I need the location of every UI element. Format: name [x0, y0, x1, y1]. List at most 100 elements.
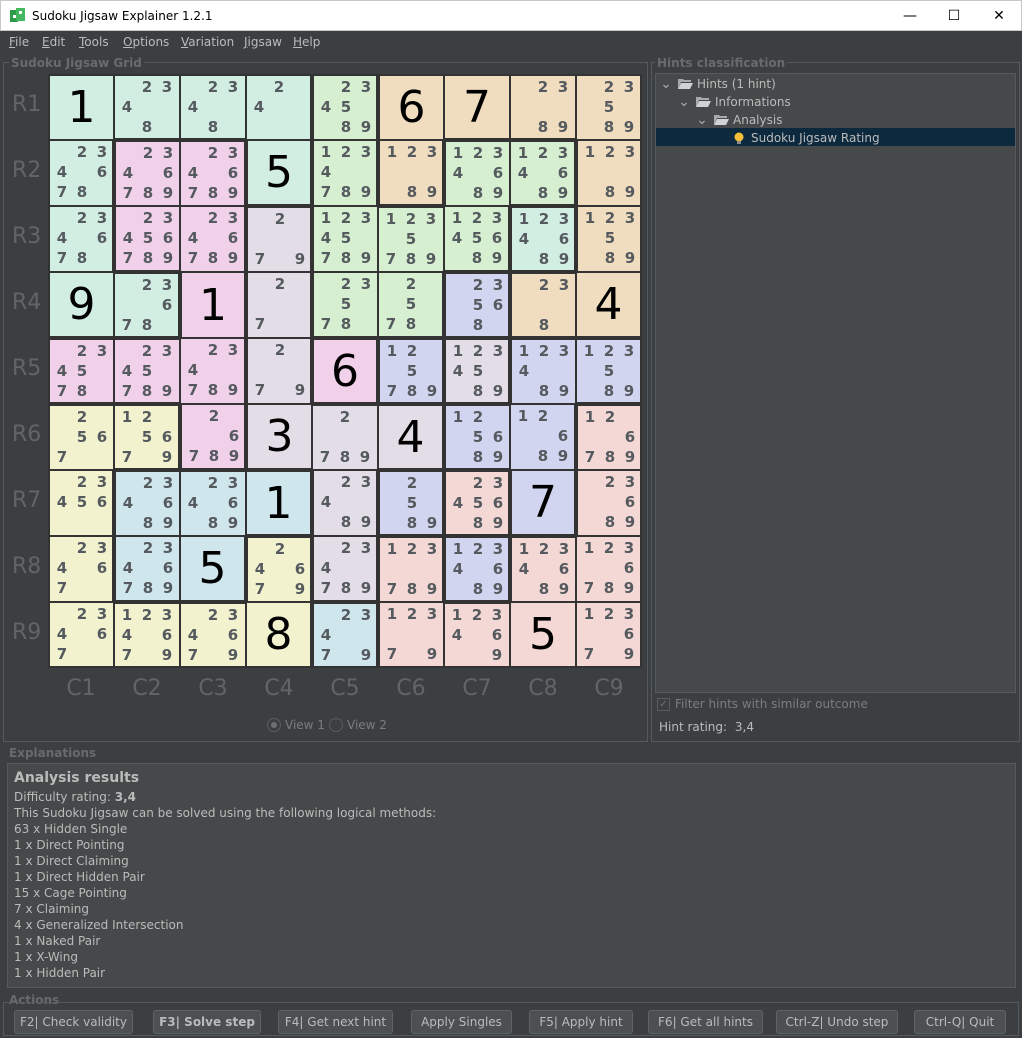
grid-cell[interactable]: 27: [248, 273, 310, 337]
grid-cell[interactable]: 4: [379, 406, 442, 468]
grid-cell[interactable]: 23 45789: [115, 340, 179, 402]
menu-help[interactable]: Help: [293, 35, 320, 49]
grid-cell[interactable]: 123 489: [512, 340, 575, 403]
grid-cell[interactable]: 2 56 7: [50, 406, 113, 469]
grid-cell[interactable]: 23 6 78: [115, 274, 178, 336]
close-button[interactable]: ✕: [976, 1, 1022, 31]
grid-cell[interactable]: 23 4 6 78: [50, 141, 112, 205]
grid-cell[interactable]: 126 789: [578, 406, 640, 469]
grid-cell[interactable]: 123 45689: [445, 207, 508, 270]
grid-cell[interactable]: 123 45 89: [446, 340, 508, 402]
grid-cell[interactable]: 23 89: [511, 76, 575, 138]
apply-hint-button[interactable]: F5| Apply hint: [529, 1010, 633, 1034]
grid-cell[interactable]: 23 48: [181, 76, 245, 138]
grid-cell[interactable]: 23568: [446, 274, 508, 336]
grid-cell[interactable]: 235 89: [577, 76, 640, 139]
grid-cell[interactable]: 1: [182, 273, 244, 337]
grid-cell[interactable]: 23 4 7 9: [314, 604, 376, 666]
grid-cell[interactable]: 2 7 9: [248, 339, 310, 403]
grid-cell[interactable]: 6: [314, 340, 376, 402]
grid-cell[interactable]: 23 456: [50, 471, 112, 535]
grid-cell[interactable]: 5: [248, 141, 310, 204]
tree-node[interactable]: ⌄ Informations: [678, 93, 791, 111]
menu-edit[interactable]: Edit: [42, 35, 65, 49]
chevron-down-icon[interactable]: ⌄: [660, 77, 672, 91]
chevron-down-icon[interactable]: ⌄: [696, 113, 708, 127]
filter-checkbox[interactable]: ✓ Filter hints with similar outcome: [657, 697, 868, 711]
grid-cell[interactable]: 123 4 689: [446, 538, 508, 600]
grid-cell[interactable]: 2 789: [313, 406, 377, 469]
grid-cell[interactable]: 23 8: [512, 274, 575, 336]
grid-cell[interactable]: 12 5789: [380, 340, 442, 402]
tree-node[interactable]: ⌄ Hints (1 hint): [660, 75, 776, 93]
grid-cell[interactable]: 1: [247, 472, 310, 534]
grid-cell[interactable]: 123 89: [578, 141, 640, 205]
grid-cell[interactable]: 123 45789: [314, 207, 377, 271]
grid-cell[interactable]: 123 4 789: [314, 141, 376, 205]
tree-node[interactable]: ⌄ Analysis: [696, 111, 782, 129]
grid-cell[interactable]: 123 4 689: [512, 538, 575, 601]
get-next-hint-button[interactable]: F4| Get next hint: [278, 1010, 393, 1034]
menu-jigsaw[interactable]: Jigsaw: [244, 35, 282, 49]
undo-step-button[interactable]: Ctrl-Z| Undo step: [776, 1010, 898, 1034]
grid-cell[interactable]: 123 6 7 9: [577, 603, 640, 666]
view2-radio[interactable]: View 2: [329, 718, 387, 732]
grid-cell[interactable]: 123 4 689: [512, 208, 574, 270]
grid-cell[interactable]: 23 456 789: [116, 207, 179, 270]
check-validity-button[interactable]: F2| Check validity: [14, 1010, 133, 1034]
chevron-down-icon[interactable]: ⌄: [678, 95, 690, 109]
grid-cell[interactable]: 23 4 6 7 9: [181, 604, 245, 666]
get-all-hints-button[interactable]: F6| Get all hints: [648, 1010, 763, 1034]
grid-cell[interactable]: 24 6 9 7: [248, 538, 310, 601]
quit-button[interactable]: Ctrl-Q| Quit: [914, 1010, 1006, 1034]
grid-cell[interactable]: 123 6 789: [577, 537, 640, 601]
grid-cell[interactable]: 23 489: [314, 471, 376, 535]
grid-cell[interactable]: 23 4 6 789: [181, 207, 244, 271]
menu-tools[interactable]: Tools: [79, 35, 109, 49]
grid-cell[interactable]: 12 56 7 9: [115, 406, 178, 468]
grid-cell[interactable]: 7: [445, 76, 509, 138]
view1-radio[interactable]: View 1: [267, 718, 325, 732]
grid-cell[interactable]: 26 789: [182, 405, 244, 468]
grid-cell[interactable]: 2 7 9: [248, 208, 310, 271]
grid-cell[interactable]: 1235789: [379, 208, 443, 271]
grid-cell[interactable]: 23 48: [115, 76, 179, 138]
grid-cell[interactable]: 23 4 789: [314, 537, 376, 600]
grid-cell[interactable]: 24: [247, 76, 310, 139]
grid-cell[interactable]: 23 45689: [446, 472, 508, 534]
hints-tree[interactable]: [655, 73, 1016, 693]
grid-cell[interactable]: 5: [181, 537, 244, 600]
grid-cell[interactable]: 1235 89: [577, 340, 640, 402]
grid-cell[interactable]: 123 4 6 9: [445, 604, 509, 666]
grid-cell[interactable]: 23 4 6 789: [181, 142, 244, 205]
grid-cell[interactable]: 23578: [314, 273, 377, 336]
grid-cell[interactable]: 23 4 6 7: [50, 603, 113, 666]
menu-options[interactable]: Options: [123, 35, 169, 49]
grid-cell[interactable]: 123 4 689: [511, 142, 574, 204]
grid-cell[interactable]: 23 4 689: [181, 472, 245, 535]
grid-cell[interactable]: 2 5 89: [380, 472, 442, 534]
grid-cell[interactable]: 123 4 689: [446, 142, 509, 205]
grid-cell[interactable]: 23 45 89: [314, 76, 376, 139]
grid-cell[interactable]: 23 4 789: [181, 339, 244, 403]
menu-file[interactable]: File: [9, 35, 29, 49]
grid-cell[interactable]: 6: [380, 76, 443, 139]
grid-cell[interactable]: 2 578: [379, 273, 442, 336]
solve-step-button[interactable]: F3| Solve step: [153, 1010, 261, 1034]
grid-cell[interactable]: 23 4 689: [116, 472, 179, 535]
minimize-button[interactable]: —: [887, 1, 933, 31]
grid-cell[interactable]: 23 4 6 789: [116, 142, 179, 205]
grid-cell[interactable]: 12689: [511, 405, 574, 469]
grid-cell[interactable]: 23 4 6 7: [50, 537, 112, 601]
grid-cell[interactable]: 23 4 6 789: [116, 537, 179, 600]
grid-cell[interactable]: 123 4 6 7 9: [115, 604, 179, 666]
grid-cell[interactable]: 123 789: [380, 538, 442, 601]
grid-cell[interactable]: 9: [50, 273, 113, 336]
grid-cell[interactable]: 1: [50, 76, 113, 139]
grid-cell[interactable]: 1235 89: [578, 207, 640, 271]
grid-cell[interactable]: 3: [248, 405, 311, 468]
grid-cell[interactable]: 23 4 6 78: [50, 207, 112, 271]
apply-singles-button[interactable]: Apply Singles: [411, 1010, 512, 1034]
grid-cell[interactable]: 5: [511, 603, 575, 666]
tree-node[interactable]: Sudoku Jigsaw Rating: [714, 129, 880, 147]
